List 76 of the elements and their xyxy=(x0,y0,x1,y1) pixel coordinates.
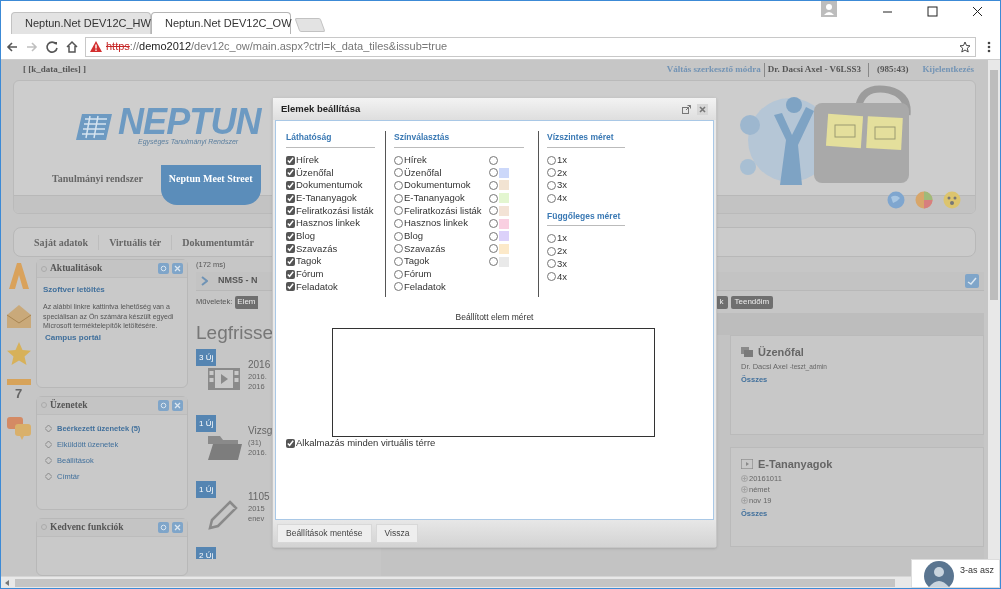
option-label: 1x xyxy=(557,231,568,246)
tab-title: Neptun.Net DEV12C_OW xyxy=(165,16,292,32)
section-heading: Vízszintes méret xyxy=(547,131,625,148)
option-label: Feliratkozási listák xyxy=(404,203,482,218)
option-label: 3x xyxy=(557,178,568,193)
option-label: Feladatok xyxy=(296,279,338,294)
option-label: Dokumentumok xyxy=(404,178,471,193)
breadcrumb: [ [k_data_tiles] ] xyxy=(23,63,86,77)
option-label: Fórum xyxy=(296,267,324,282)
option-label: Szavazás xyxy=(404,241,446,256)
calendar-day: 7 xyxy=(14,385,23,403)
option-label: Hasznos linkek xyxy=(404,216,468,231)
option-label: Szavazás xyxy=(296,241,338,256)
feed-heading: Legfrisse xyxy=(196,321,275,345)
option-label: 3x xyxy=(557,256,568,271)
option-label: Blog xyxy=(296,229,315,244)
widget-title: Üzenetek xyxy=(50,398,89,412)
option-label: 4x xyxy=(557,269,568,284)
action-button[interactable]: Elem xyxy=(235,295,258,309)
widget-link[interactable]: Szoftver letöltés xyxy=(43,284,181,296)
nav-item[interactable]: Saját adatok xyxy=(14,234,99,250)
feed-text: Vizsg xyxy=(248,424,273,438)
option-label: Üzenőfal xyxy=(404,165,442,180)
option-label: Fórum xyxy=(404,267,432,282)
nav-item[interactable]: Virtuális tér xyxy=(98,234,172,250)
option-label: Dokumentumok xyxy=(296,178,363,193)
edit-mode-link[interactable]: Váltás szerkesztő módra xyxy=(666,63,765,77)
option-label: Feladatok xyxy=(404,279,446,294)
option-label: Tagok xyxy=(296,254,322,269)
widget-title: Kedvenc funkciók xyxy=(50,520,125,534)
widget-link[interactable]: Campus portál xyxy=(45,331,181,344)
option-label: Feliratkozási listák xyxy=(296,203,374,218)
nav-item[interactable]: Dokumentumtár xyxy=(171,234,264,250)
card-title: E-Tananyagok xyxy=(758,457,833,472)
option-label: Alkalmazás minden virtuális térre xyxy=(296,436,436,451)
preview-label: Beállított elem méret xyxy=(455,311,534,325)
user-name: Dr. Dacsi Axel - V6LSS3 xyxy=(766,63,862,77)
new-badge: 1 Új xyxy=(196,481,216,498)
option-label: E-Tananyagok xyxy=(296,191,357,206)
dialog-button[interactable]: Vissza xyxy=(375,524,419,543)
option-label: Tagok xyxy=(404,254,430,269)
browser-tab[interactable]: Neptun.Net DEV12C_HW xyxy=(11,12,151,34)
option-label: 2x xyxy=(557,244,568,259)
option-label: E-Tananyagok xyxy=(404,191,465,206)
option-label: Hírek xyxy=(296,152,319,167)
new-badge: 1 Új xyxy=(196,415,216,432)
notification-popup[interactable]: 3-as asz xyxy=(911,559,1000,588)
browser-tab[interactable]: Neptun.Net DEV12C_OW xyxy=(151,12,291,34)
new-badge: 3 Új xyxy=(196,349,216,366)
option-label: Blog xyxy=(404,229,423,244)
tab-title: Neptun.Net DEV12C_HW xyxy=(25,16,151,32)
option-label: Üzenőfal xyxy=(296,165,334,180)
widget-title: Aktualitások xyxy=(50,262,104,276)
option-label: Hasznos linkek xyxy=(296,216,360,231)
address-field[interactable]: https://demo2012/dev12c_ow/main.aspx?ctrl=k_data_tiles&issub=true xyxy=(85,36,976,57)
option-label: 1x xyxy=(557,152,568,167)
feed-text: 1105 xyxy=(248,490,270,504)
system-tab[interactable]: Neptun Meet Street xyxy=(160,165,261,205)
section-heading: Függőleges méret xyxy=(547,209,625,227)
card-title: Üzenőfal xyxy=(758,345,804,360)
section-title: NMS5 - N xyxy=(218,274,259,288)
notification-text: 3-as asz xyxy=(960,563,994,577)
section-heading: Láthatóság xyxy=(286,131,375,148)
dialog-title: Elemek beállítása xyxy=(281,101,362,116)
dialog-button[interactable]: Beállítások mentése xyxy=(277,524,372,543)
option-label: Hírek xyxy=(404,152,427,167)
new-badge: 2 Új xyxy=(196,547,216,559)
session-timer: (985:43) xyxy=(868,63,909,77)
feed-text: 2016 xyxy=(248,358,271,372)
logo-text: NEPTUN xyxy=(118,107,261,137)
section-heading: Színválasztás xyxy=(394,131,524,148)
option-label: 4x xyxy=(557,191,568,206)
action-button[interactable]: Teendőim xyxy=(730,295,774,309)
option-label: 2x xyxy=(557,165,568,180)
system-tab[interactable]: Tanulmányi rendszer xyxy=(44,165,151,191)
logout-link[interactable]: Kijelentkezés xyxy=(922,63,974,77)
